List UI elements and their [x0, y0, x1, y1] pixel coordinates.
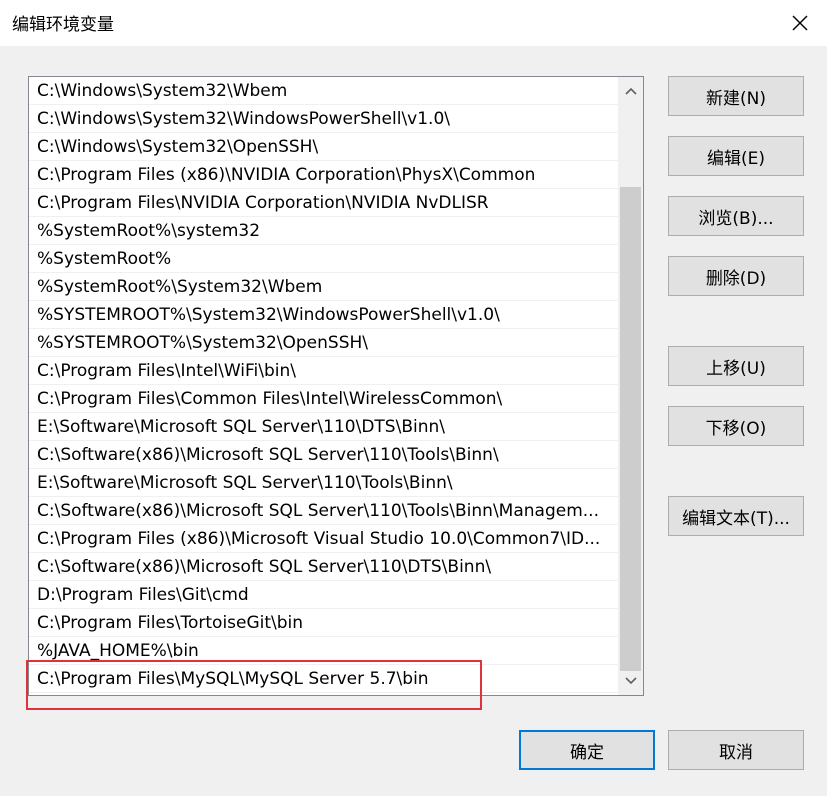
path-list-item[interactable]: C:\Software(x86)\Microsoft SQL Server\11…	[29, 441, 619, 469]
scroll-up-button[interactable]	[618, 77, 643, 105]
path-list-item[interactable]: %SYSTEMROOT%\System32\WindowsPowerShell\…	[29, 301, 619, 329]
path-list-item[interactable]: %SystemRoot%\System32\Wbem	[29, 273, 619, 301]
path-list-item[interactable]: C:\Program Files\MySQL\MySQL Server 5.7\…	[29, 665, 619, 693]
cancel-button[interactable]: 取消	[668, 730, 804, 770]
chevron-up-icon	[624, 87, 637, 95]
title-bar: 编辑环境变量	[0, 0, 827, 46]
close-button[interactable]	[781, 4, 819, 42]
path-list-item[interactable]: %SystemRoot%	[29, 245, 619, 273]
path-list-item[interactable]: E:\Software\Microsoft SQL Server\110\Too…	[29, 469, 619, 497]
new-button[interactable]: 新建(N)	[668, 76, 804, 116]
path-list-item[interactable]: %SystemRoot%\system32	[29, 217, 619, 245]
path-list-item[interactable]: C:\Program Files (x86)\Microsoft Visual …	[29, 525, 619, 553]
delete-button[interactable]: 删除(D)	[668, 256, 804, 296]
path-list-item[interactable]: C:\Program Files\TortoiseGit\bin	[29, 609, 619, 637]
vertical-scrollbar[interactable]	[618, 77, 643, 695]
path-list-item[interactable]: D:\Program Files\Git\cmd	[29, 581, 619, 609]
move-up-button[interactable]: 上移(U)	[668, 346, 804, 386]
path-listbox[interactable]: C:\Windows\System32\Wbem C:\Windows\Syste…	[28, 76, 644, 696]
chevron-down-icon	[624, 677, 637, 685]
path-list-item[interactable]: E:\Software\Microsoft SQL Server\110\DTS…	[29, 413, 619, 441]
edit-env-var-dialog: 编辑环境变量 C:\Windows\System32\Wbem C:\Window…	[0, 0, 827, 796]
path-list-rows: C:\Windows\System32\Wbem C:\Windows\Syste…	[29, 77, 619, 693]
close-icon	[792, 15, 808, 31]
move-down-button[interactable]: 下移(O)	[668, 406, 804, 446]
path-list-item[interactable]: C:\Windows\System32\Wbem	[29, 77, 619, 105]
path-list-item[interactable]: C:\Program Files\NVIDIA Corporation\NVID…	[29, 189, 619, 217]
path-list-item[interactable]: C:\Program Files\Intel\WiFi\bin\	[29, 357, 619, 385]
path-list-item[interactable]: C:\Software(x86)\Microsoft SQL Server\11…	[29, 553, 619, 581]
scroll-thumb[interactable]	[620, 187, 641, 671]
browse-button[interactable]: 浏览(B)...	[668, 196, 804, 236]
path-list-item[interactable]: C:\Program Files\Common Files\Intel\Wire…	[29, 385, 619, 413]
path-list-item[interactable]: C:\Program Files (x86)\NVIDIA Corporatio…	[29, 161, 619, 189]
edit-button[interactable]: 编辑(E)	[668, 136, 804, 176]
path-list-item[interactable]: C:\Windows\System32\OpenSSH\	[29, 133, 619, 161]
path-list-item[interactable]: %SYSTEMROOT%\System32\OpenSSH\	[29, 329, 619, 357]
path-list-item[interactable]: C:\Windows\System32\WindowsPowerShell\v1…	[29, 105, 619, 133]
scroll-down-button[interactable]	[618, 667, 643, 695]
ok-button[interactable]: 确定	[519, 730, 655, 770]
path-list-item[interactable]: C:\Software(x86)\Microsoft SQL Server\11…	[29, 497, 619, 525]
edit-text-button[interactable]: 编辑文本(T)...	[668, 496, 804, 536]
path-list-item[interactable]: %JAVA_HOME%\bin	[29, 637, 619, 665]
dialog-title: 编辑环境变量	[12, 15, 114, 35]
